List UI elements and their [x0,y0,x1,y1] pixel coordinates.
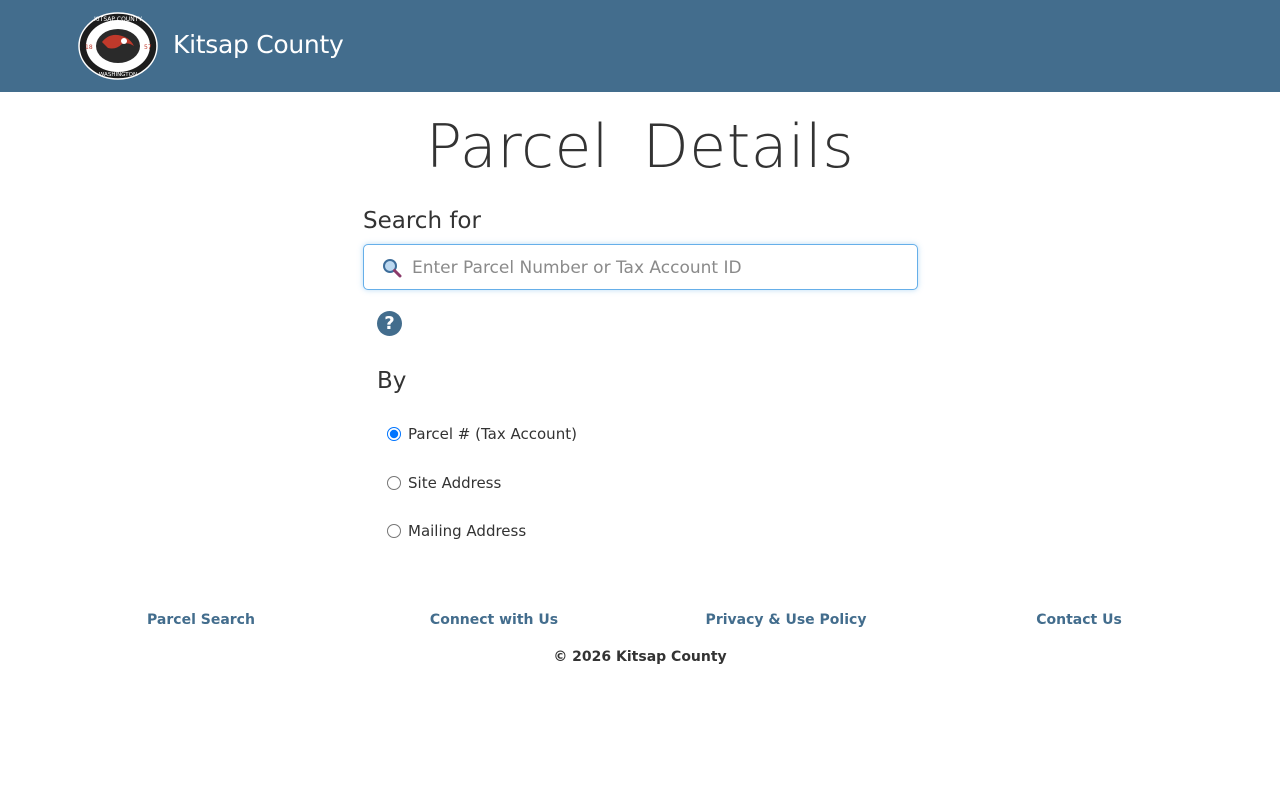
radio-site-address-input[interactable] [387,476,401,490]
svg-text:WASHINGTON: WASHINGTON [99,72,137,78]
search-input[interactable] [410,245,904,291]
radio-site-address-label: Site Address [408,474,502,492]
county-seal-logo[interactable]: KITSAP COUNTY WASHINGTON 18 57 [78,12,158,80]
site-title[interactable]: Kitsap County [173,30,344,59]
radio-mailing-address[interactable]: Mailing Address [387,520,526,542]
footer-link-parcel-search[interactable]: Parcel Search [147,612,255,628]
svg-text:18: 18 [85,44,93,51]
radio-mailing-address-input[interactable] [387,524,401,538]
copyright: © 2026 Kitsap County [553,649,727,665]
footer-link-contact[interactable]: Contact Us [1036,612,1122,628]
svg-text:57: 57 [144,44,152,51]
radio-parcel-number-input[interactable] [387,427,401,441]
radio-parcel-number-label: Parcel # (Tax Account) [408,425,577,443]
site-header: KITSAP COUNTY WASHINGTON 18 57 Kitsap Co… [0,0,1280,92]
radio-parcel-number[interactable]: Parcel # (Tax Account) [387,423,577,445]
search-icon [382,258,402,278]
svg-text:KITSAP COUNTY: KITSAP COUNTY [94,16,142,23]
search-box[interactable] [363,244,918,291]
search-by-label: By [377,368,407,394]
page-title: Parcel Details [425,112,855,182]
footer-link-connect[interactable]: Connect with Us [430,612,558,628]
radio-site-address[interactable]: Site Address [387,472,501,494]
radio-mailing-address-label: Mailing Address [408,522,527,540]
footer-link-privacy[interactable]: Privacy & Use Policy [706,612,867,628]
search-label: Search for [363,208,481,234]
help-icon[interactable]: ? [377,311,402,336]
